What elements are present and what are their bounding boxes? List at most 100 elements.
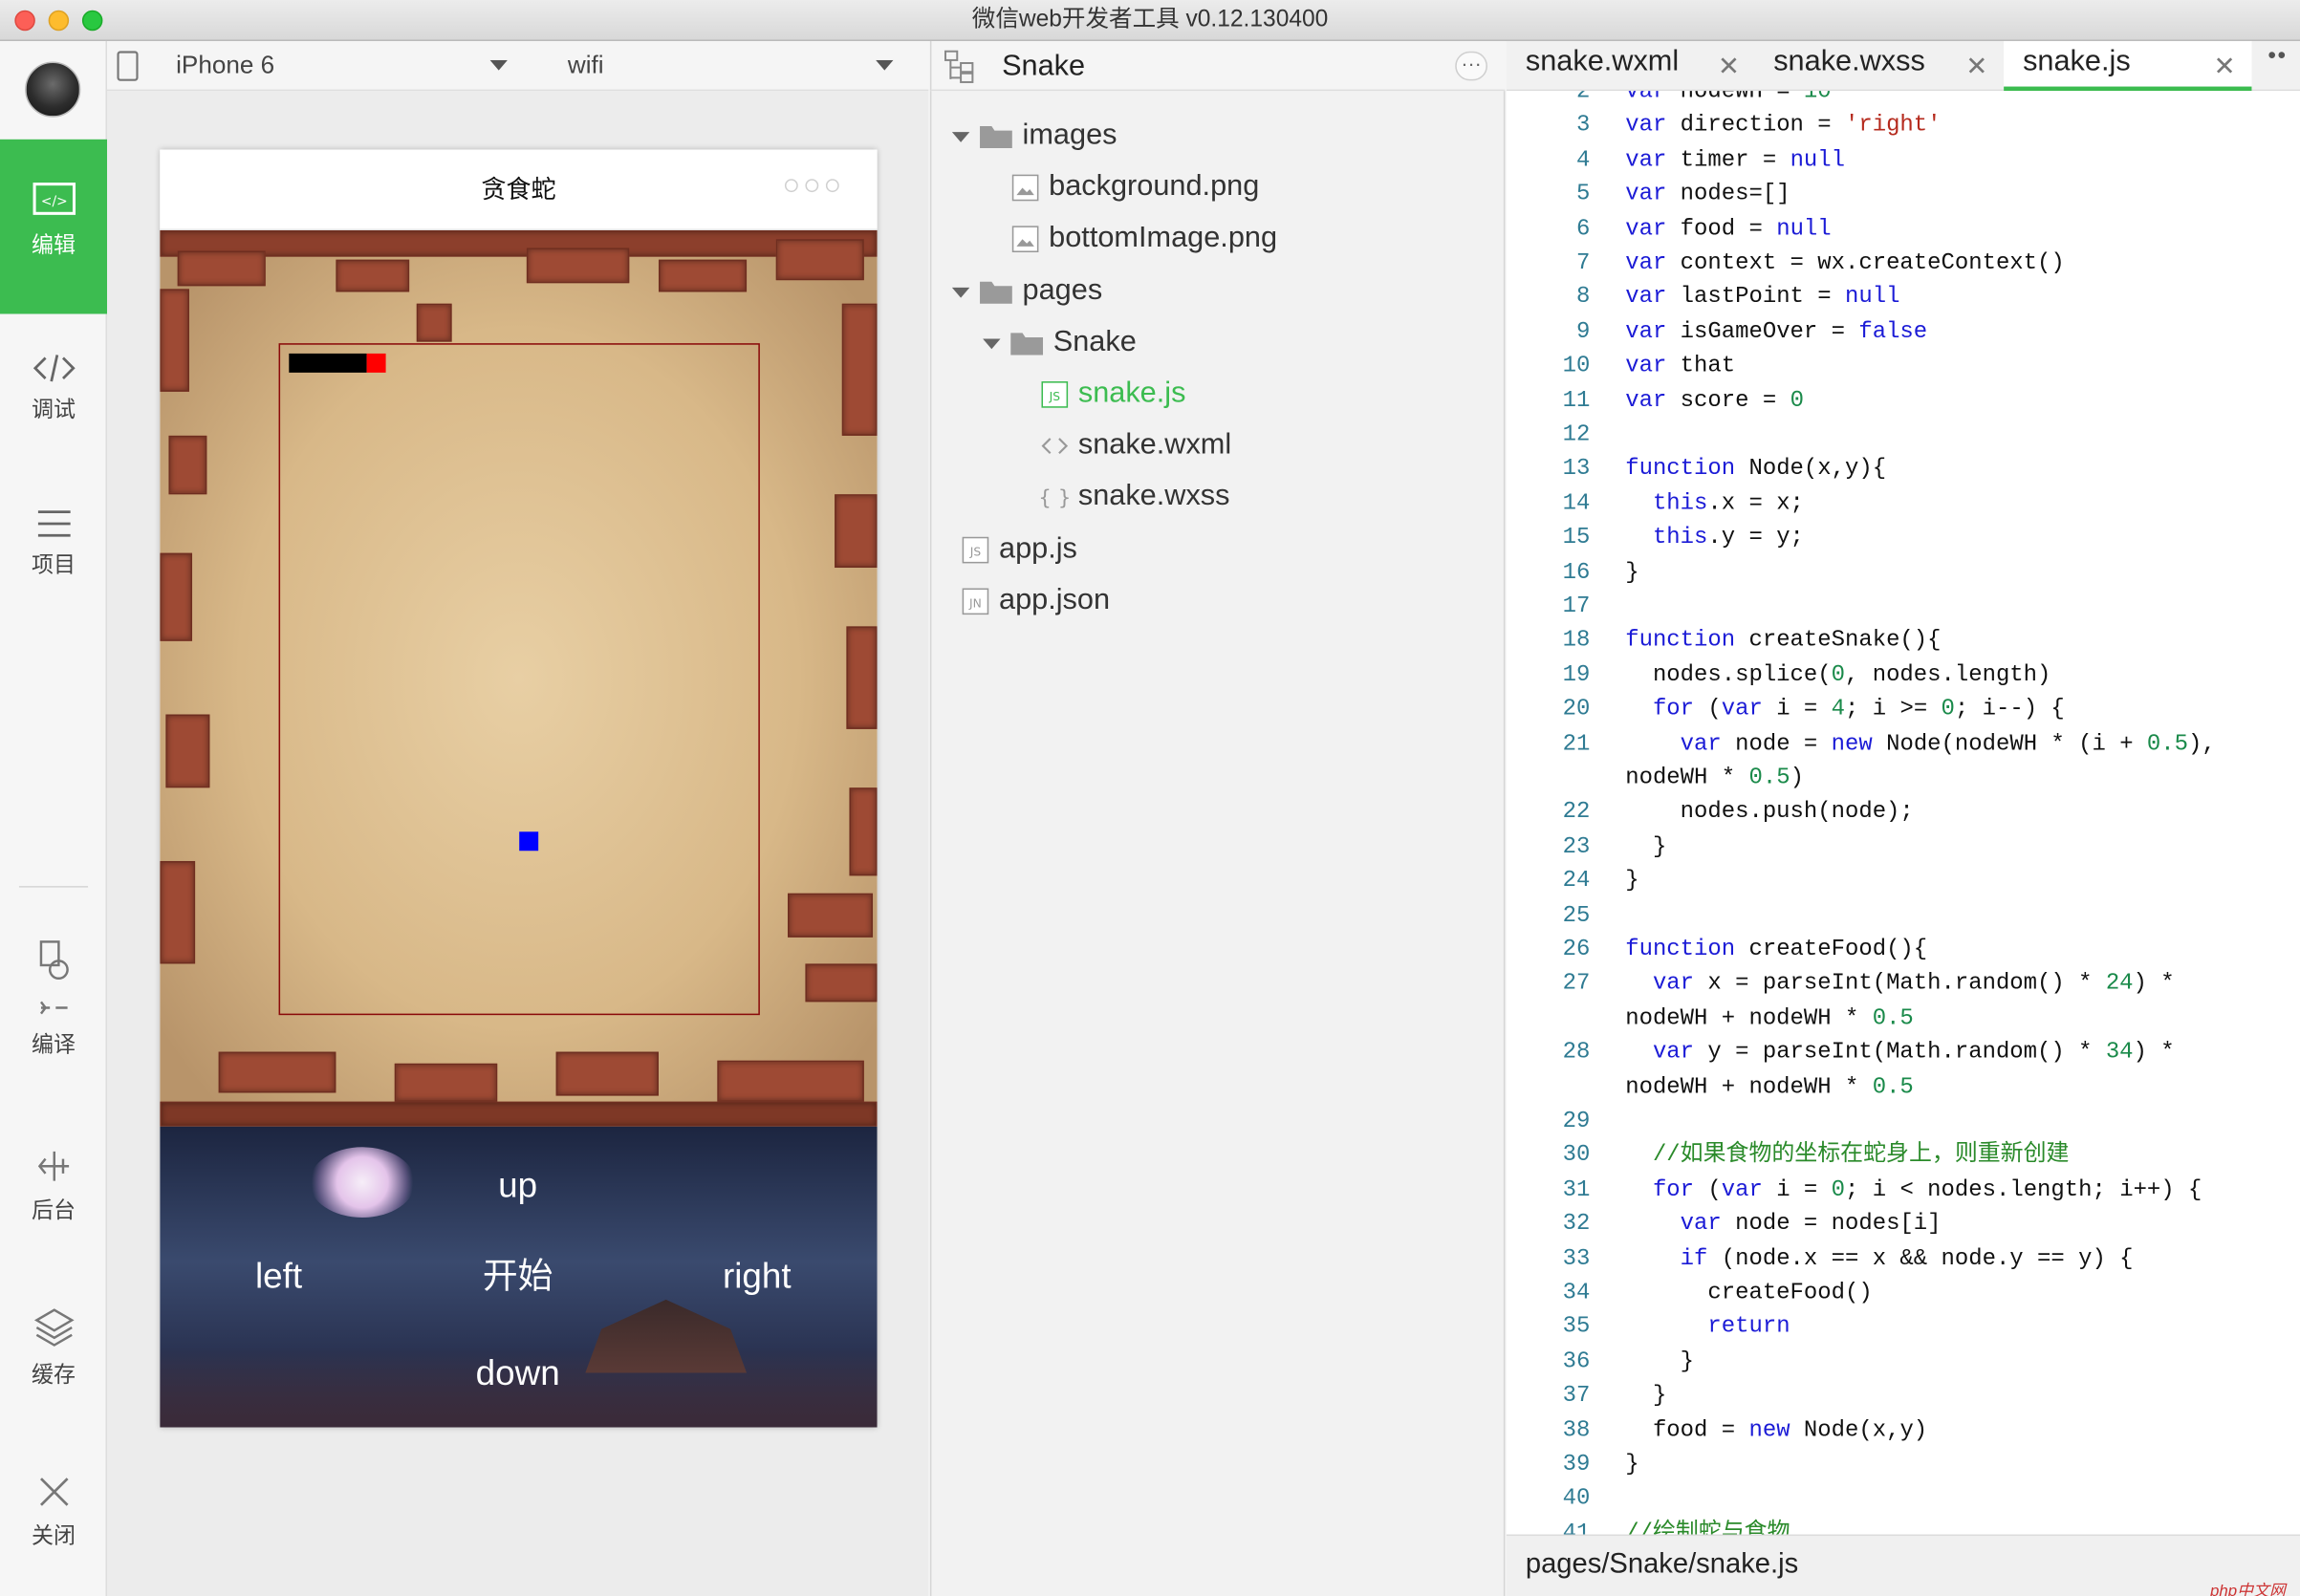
- code-text: food = new Node(x,y): [1625, 1416, 1928, 1443]
- down-button[interactable]: down: [447, 1329, 588, 1420]
- line-number: 11: [1562, 386, 1591, 414]
- tree-label: app.js: [998, 532, 1077, 565]
- rail-edit[interactable]: </> 编辑: [0, 139, 108, 314]
- code-line[interactable]: nodeWH + nodeWH * 0.5: [1507, 1070, 2300, 1105]
- tab-snake-wxss[interactable]: snake.wxss ✕: [1754, 41, 2004, 91]
- tabs-overflow-icon[interactable]: ••: [2267, 44, 2287, 71]
- code-line[interactable]: nodeWH + nodeWH * 0.5: [1507, 1002, 2300, 1036]
- zoom-window-button[interactable]: [81, 10, 103, 32]
- tab-snake-js[interactable]: snake.js ✕: [2004, 40, 2252, 92]
- code-line[interactable]: 8 var lastPoint = null: [1507, 281, 2300, 315]
- line-number: 34: [1562, 1279, 1591, 1306]
- code-line[interactable]: 12: [1507, 418, 2300, 452]
- line-number: 18: [1562, 627, 1591, 654]
- rail-project[interactable]: 项目: [0, 507, 107, 579]
- line-number: 3: [1576, 112, 1591, 139]
- tab-snake-wxml[interactable]: snake.wxml ✕: [1507, 41, 1754, 91]
- code-line[interactable]: 37 }: [1507, 1379, 2300, 1413]
- line-number: 26: [1562, 936, 1591, 962]
- network-select[interactable]: wifi: [568, 41, 894, 91]
- rail-close[interactable]: 关闭: [0, 1473, 107, 1550]
- code-line[interactable]: 16}: [1507, 555, 2300, 590]
- start-button[interactable]: 开始: [447, 1232, 588, 1323]
- avatar[interactable]: [25, 61, 81, 118]
- code-line[interactable]: 23 }: [1507, 830, 2300, 864]
- code-line[interactable]: 35 return: [1507, 1310, 2300, 1345]
- code-line[interactable]: nodeWH * 0.5): [1507, 762, 2300, 796]
- capsule-menu-icon[interactable]: [784, 179, 839, 193]
- line-number: 12: [1562, 421, 1591, 448]
- code-line[interactable]: 11 var score = 0: [1507, 384, 2300, 419]
- folder-icon: [1010, 332, 1044, 356]
- code-line[interactable]: 5 var nodes=[]: [1507, 178, 2300, 212]
- code-line[interactable]: 13 function Node(x,y){: [1507, 452, 2300, 486]
- code-line[interactable]: 21 var node = new Node(nodeWH * (i + 0.5…: [1507, 727, 2300, 762]
- close-icon[interactable]: ✕: [2214, 46, 2236, 87]
- tab-label: snake.wxml: [1525, 45, 1680, 78]
- code-text: var that: [1625, 352, 1736, 379]
- line-number: 39: [1562, 1451, 1591, 1477]
- code-line[interactable]: 15 this.y = y;: [1507, 521, 2300, 555]
- more-icon[interactable]: ···: [1455, 51, 1487, 81]
- code-line[interactable]: 20 for (var i = 4; i >= 0; i--) {: [1507, 693, 2300, 727]
- code-line[interactable]: 18 function createSnake(){: [1507, 624, 2300, 658]
- project-name: Snake: [1002, 50, 1086, 82]
- code-line[interactable]: 28 var y = parseInt(Math.random() * 34) …: [1507, 1036, 2300, 1070]
- code-line[interactable]: 2 var nodeWH = 10: [1507, 91, 2300, 109]
- code-line[interactable]: 30 //如果食物的坐标在蛇身上，则重新创建: [1507, 1139, 2300, 1174]
- line-number: 35: [1562, 1313, 1591, 1340]
- window-title: 微信web开发者工具 v0.12.130400: [971, 7, 1329, 32]
- tree-toggle-icon[interactable]: [944, 49, 976, 84]
- left-button[interactable]: left: [206, 1232, 350, 1323]
- device-rotate-icon[interactable]: [116, 50, 140, 82]
- code-line[interactable]: 34 createFood(): [1507, 1276, 2300, 1310]
- code-line[interactable]: 39}: [1507, 1448, 2300, 1482]
- code-text: for (var i = 0; i < nodes.length; i++) {: [1652, 1175, 2202, 1203]
- device-select[interactable]: iPhone 6: [176, 41, 508, 91]
- close-window-button[interactable]: [14, 10, 35, 32]
- code-line[interactable]: 31 for (var i = 0; i < nodes.length; i++…: [1507, 1174, 2300, 1208]
- line-number: 41: [1562, 1519, 1591, 1535]
- code-text: if (node.x == x && node.y == y) {: [1680, 1244, 2134, 1272]
- code-line[interactable]: 29: [1507, 1105, 2300, 1139]
- code-line[interactable]: 33 if (node.x == x && node.y == y) {: [1507, 1241, 2300, 1276]
- code-line[interactable]: 4 var timer = null: [1507, 143, 2300, 178]
- code-text: nodes.push(node);: [1625, 798, 1914, 826]
- moon-image: [309, 1147, 416, 1218]
- code-line[interactable]: 14 this.x = x;: [1507, 486, 2300, 521]
- code-line[interactable]: 25: [1507, 898, 2300, 933]
- code-line[interactable]: 41 //绘制蛇与食物: [1507, 1517, 2300, 1535]
- code-text: //如果食物的坐标在蛇身上，则重新创建: [1652, 1141, 2070, 1169]
- svg-text:{ }: { }: [1040, 486, 1070, 510]
- close-icon[interactable]: ✕: [1718, 46, 1740, 87]
- code-line[interactable]: 3 var direction = 'right': [1507, 109, 2300, 143]
- code-line[interactable]: 17: [1507, 590, 2300, 624]
- code-line[interactable]: 27 var x = parseInt(Math.random() * 24) …: [1507, 967, 2300, 1002]
- code-line[interactable]: 19 nodes.splice(0, nodes.length): [1507, 658, 2300, 693]
- code-line[interactable]: 6 var food = null: [1507, 212, 2300, 247]
- minimize-window-button[interactable]: [48, 10, 70, 32]
- right-button[interactable]: right: [685, 1232, 829, 1323]
- line-number: 28: [1562, 1038, 1591, 1066]
- snake-head: [366, 353, 386, 373]
- up-button[interactable]: up: [447, 1141, 588, 1232]
- image-file-icon: [1011, 225, 1039, 252]
- code-line[interactable]: 32 var node = nodes[i]: [1507, 1208, 2300, 1242]
- code-line[interactable]: 26 function createFood(){: [1507, 933, 2300, 967]
- code-line[interactable]: 36 }: [1507, 1345, 2300, 1379]
- rail-cache[interactable]: 缓存: [0, 1305, 107, 1389]
- rail-debug[interactable]: 调试: [0, 352, 107, 423]
- image-file-icon: [1011, 174, 1039, 201]
- code-editor[interactable]: 2 var nodeWH = 10 3 var direction = 'right'…: [1506, 91, 2300, 1535]
- rail-compile[interactable]: 编译: [0, 938, 107, 1059]
- code-text: var context = wx.createContext(): [1625, 248, 2065, 276]
- code-line[interactable]: 10 var that: [1507, 350, 2300, 384]
- close-icon[interactable]: ✕: [1965, 46, 1987, 87]
- code-line[interactable]: 40: [1507, 1482, 2300, 1517]
- code-line[interactable]: 22 nodes.push(node);: [1507, 796, 2300, 830]
- code-line[interactable]: 38 food = new Node(x,y): [1507, 1413, 2300, 1448]
- code-line[interactable]: 7 var context = wx.createContext(): [1507, 247, 2300, 281]
- code-line[interactable]: 24}: [1507, 864, 2300, 898]
- rail-backend[interactable]: 后台: [0, 1147, 107, 1224]
- code-line[interactable]: 9 var isGameOver = false: [1507, 315, 2300, 350]
